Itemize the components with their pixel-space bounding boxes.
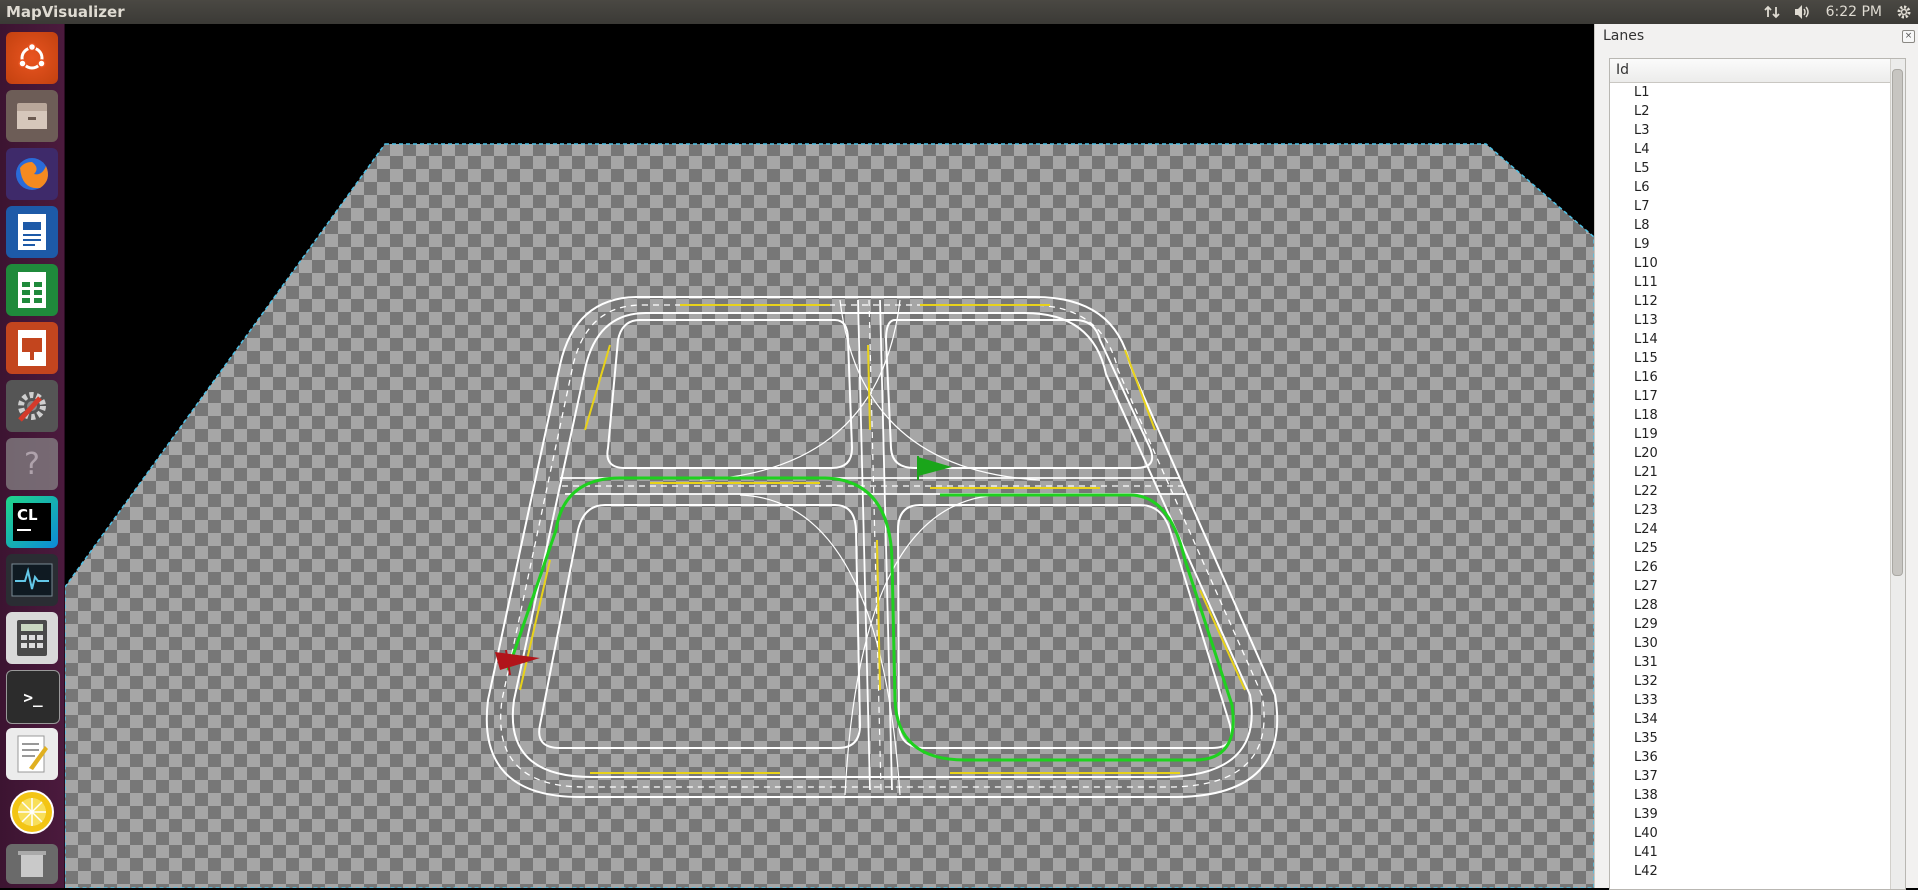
lane-row[interactable]: L19	[1610, 425, 1890, 444]
system-tray: 6:22 PM	[1763, 0, 1918, 24]
system-monitor-icon[interactable]	[6, 554, 58, 606]
lane-row[interactable]: L34	[1610, 710, 1890, 729]
top-panel: MapVisualizer 6:22 PM	[0, 0, 1918, 24]
lane-row[interactable]: L11	[1610, 273, 1890, 292]
help-icon[interactable]: ?	[6, 438, 58, 490]
lane-row[interactable]: L25	[1610, 539, 1890, 558]
lanes-table[interactable]: Id L1 L2 L3 L4 L5 L6 L7 L8 L9 L10 L11 L12 L13 L14 L15 L…	[1609, 58, 1906, 890]
close-icon[interactable]: ×	[1902, 30, 1915, 43]
lane-row[interactable]: L41	[1610, 843, 1890, 862]
lane-row[interactable]: L15	[1610, 349, 1890, 368]
lane-row[interactable]: L37	[1610, 767, 1890, 786]
lane-row[interactable]: L1	[1610, 83, 1890, 102]
ubuntu-dash-icon[interactable]	[6, 32, 58, 84]
lane-row[interactable]: L12	[1610, 292, 1890, 311]
lane-row[interactable]: L4	[1610, 140, 1890, 159]
lane-row[interactable]: L39	[1610, 805, 1890, 824]
lane-row[interactable]: L17	[1610, 387, 1890, 406]
trash-icon[interactable]	[6, 844, 58, 884]
lane-row[interactable]: L26	[1610, 558, 1890, 577]
lane-row[interactable]: L33	[1610, 691, 1890, 710]
lane-row[interactable]: L3	[1610, 121, 1890, 140]
text-editor-icon[interactable]	[6, 728, 58, 780]
lane-row[interactable]: L28	[1610, 596, 1890, 615]
map-scene[interactable]	[65, 24, 1594, 888]
lane-row[interactable]: L31	[1610, 653, 1890, 672]
lane-row[interactable]: L18	[1610, 406, 1890, 425]
lane-row[interactable]: L8	[1610, 216, 1890, 235]
lane-row[interactable]: L35	[1610, 729, 1890, 748]
lane-row[interactable]: L22	[1610, 482, 1890, 501]
panel-title: Lanes	[1603, 28, 1645, 44]
lane-row[interactable]: L42	[1610, 862, 1890, 881]
lane-row[interactable]: L38	[1610, 786, 1890, 805]
volume-icon[interactable]	[1794, 4, 1812, 20]
terminal-icon[interactable]: >_	[6, 670, 60, 724]
clion-icon[interactable]: CL	[6, 496, 58, 548]
lane-row[interactable]: L29	[1610, 615, 1890, 634]
window-title: MapVisualizer	[6, 3, 125, 21]
lane-row[interactable]: L27	[1610, 577, 1890, 596]
lane-row[interactable]: L13	[1610, 311, 1890, 330]
clock[interactable]: 6:22 PM	[1826, 0, 1882, 24]
lane-row[interactable]: L7	[1610, 197, 1890, 216]
launcher: ? CL >_	[0, 24, 65, 888]
lane-row[interactable]: L21	[1610, 463, 1890, 482]
network-updown-icon[interactable]	[1763, 4, 1780, 20]
lane-row[interactable]: L30	[1610, 634, 1890, 653]
lane-row[interactable]: L6	[1610, 178, 1890, 197]
gear-icon[interactable]	[1896, 4, 1912, 20]
lane-row[interactable]: L20	[1610, 444, 1890, 463]
lane-row[interactable]: L40	[1610, 824, 1890, 843]
lane-row[interactable]: L16	[1610, 368, 1890, 387]
lane-row[interactable]: L14	[1610, 330, 1890, 349]
files-icon[interactable]	[6, 90, 58, 142]
scrollbar-thumb[interactable]	[1892, 69, 1903, 576]
lanes-panel: Lanes × Id L1 L2 L3 L4 L5 L6 L7 L8 L9 L10 L11 L12 L1…	[1594, 24, 1918, 890]
lemon-app-icon[interactable]	[6, 786, 58, 838]
lane-row[interactable]: L36	[1610, 748, 1890, 767]
column-header-id[interactable]: Id	[1610, 59, 1905, 83]
firefox-icon[interactable]	[6, 148, 58, 200]
lane-row[interactable]: L2	[1610, 102, 1890, 121]
map-viewport[interactable]	[65, 24, 1594, 888]
calculator-icon[interactable]	[6, 612, 58, 664]
vertical-scrollbar[interactable]	[1890, 59, 1905, 889]
lane-row[interactable]: L10	[1610, 254, 1890, 273]
impress-icon[interactable]	[6, 322, 58, 374]
lane-row[interactable]: L23	[1610, 501, 1890, 520]
lane-row[interactable]: L9	[1610, 235, 1890, 254]
system-settings-icon[interactable]	[6, 380, 58, 432]
lane-row[interactable]: L5	[1610, 159, 1890, 178]
lane-row[interactable]: L24	[1610, 520, 1890, 539]
lanes-list: L1 L2 L3 L4 L5 L6 L7 L8 L9 L10 L11 L12 L13 L14 L15 L16 L…	[1610, 83, 1890, 881]
writer-icon[interactable]	[6, 206, 58, 258]
lane-row[interactable]: L32	[1610, 672, 1890, 691]
calc-icon[interactable]	[6, 264, 58, 316]
